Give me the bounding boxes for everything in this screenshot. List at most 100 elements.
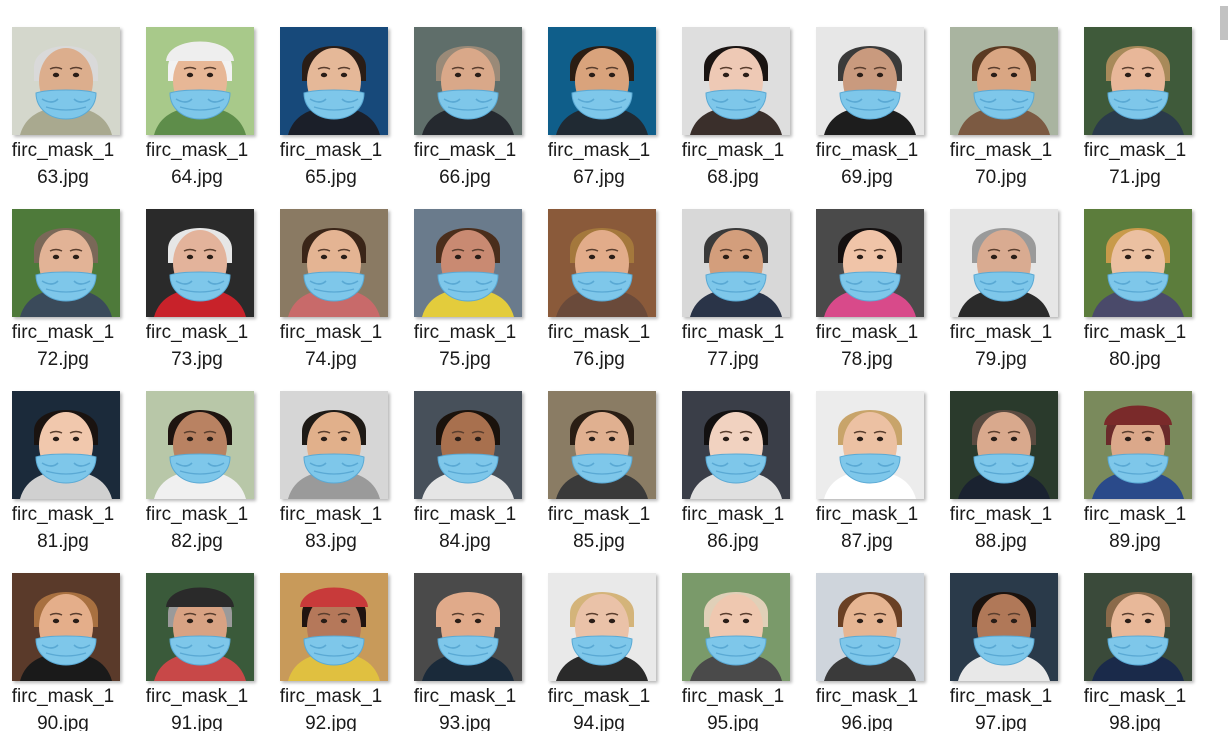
file-name: firc_mask_1 86.jpg	[677, 501, 789, 555]
file-name: firc_mask_1 78.jpg	[811, 319, 923, 373]
file-item[interactable]: firc_mask_1 81.jpg	[7, 382, 141, 564]
file-name-line-1: firc_mask_1	[279, 322, 383, 343]
file-item[interactable]: firc_mask_1 86.jpg	[677, 382, 811, 564]
file-name-line-2: 69.jpg	[841, 167, 893, 188]
file-name: firc_mask_1 85.jpg	[543, 501, 655, 555]
thumbnail-image	[1084, 209, 1192, 317]
thumbnail-image	[146, 209, 254, 317]
file-item[interactable]: firc_mask_1 64.jpg	[141, 18, 275, 200]
file-item[interactable]: firc_mask_1 76.jpg	[543, 200, 677, 382]
file-name-line-1: firc_mask_1	[413, 504, 517, 525]
thumbnail-image	[146, 391, 254, 499]
thumbnail-image	[682, 27, 790, 135]
file-item[interactable]: firc_mask_1 78.jpg	[811, 200, 945, 382]
file-item[interactable]: firc_mask_1 79.jpg	[945, 200, 1079, 382]
file-name-line-2: 94.jpg	[573, 713, 625, 731]
file-name: firc_mask_1 87.jpg	[811, 501, 923, 555]
thumbnail-image	[146, 573, 254, 681]
thumbnail-image	[950, 573, 1058, 681]
file-name-line-2: 73.jpg	[171, 349, 223, 370]
file-name: firc_mask_1 91.jpg	[141, 683, 253, 731]
file-item[interactable]: firc_mask_1 91.jpg	[141, 564, 275, 731]
file-item[interactable]: firc_mask_1 69.jpg	[811, 18, 945, 200]
file-name-line-2: 98.jpg	[1109, 713, 1161, 731]
file-item[interactable]: firc_mask_1 73.jpg	[141, 200, 275, 382]
file-item[interactable]: firc_mask_1 98.jpg	[1079, 564, 1213, 731]
file-item[interactable]: firc_mask_1 88.jpg	[945, 382, 1079, 564]
file-name-line-1: firc_mask_1	[413, 322, 517, 343]
thumbnail-image	[1084, 573, 1192, 681]
file-item[interactable]: firc_mask_1 95.jpg	[677, 564, 811, 731]
file-grid: 54.jpg55.jpg56.jpg57.jpg58.jpg59.jpg60.j…	[0, 0, 1216, 731]
thumbnail-image	[414, 27, 522, 135]
file-name-line-1: firc_mask_1	[681, 686, 785, 707]
file-name: firc_mask_1 97.jpg	[945, 683, 1057, 731]
file-name-line-1: firc_mask_1	[11, 140, 115, 161]
thumbnail-image	[548, 209, 656, 317]
file-name: firc_mask_1 65.jpg	[275, 137, 387, 191]
thumbnail-image	[12, 209, 120, 317]
thumbnail-image	[682, 391, 790, 499]
file-item[interactable]: firc_mask_1 70.jpg	[945, 18, 1079, 200]
file-item[interactable]: firc_mask_1 82.jpg	[141, 382, 275, 564]
thumbnail-image	[548, 391, 656, 499]
file-item[interactable]: firc_mask_1 80.jpg	[1079, 200, 1213, 382]
file-name: firc_mask_1 71.jpg	[1079, 137, 1191, 191]
file-name: firc_mask_1 63.jpg	[7, 137, 119, 191]
file-item[interactable]: firc_mask_1 90.jpg	[7, 564, 141, 731]
file-item[interactable]: firc_mask_1 97.jpg	[945, 564, 1079, 731]
file-name: firc_mask_1 83.jpg	[275, 501, 387, 555]
thumbnail-image	[816, 391, 924, 499]
thumbnail-image	[414, 573, 522, 681]
file-name-line-1: firc_mask_1	[949, 504, 1053, 525]
file-name-line-1: firc_mask_1	[279, 140, 383, 161]
file-item[interactable]: firc_mask_1 84.jpg	[409, 382, 543, 564]
thumbnail-image	[1084, 27, 1192, 135]
scrollbar-thumb[interactable]	[1220, 6, 1228, 40]
file-name: firc_mask_1 77.jpg	[677, 319, 789, 373]
file-item[interactable]: firc_mask_1 67.jpg	[543, 18, 677, 200]
file-name-line-2: 95.jpg	[707, 713, 759, 731]
file-item[interactable]: firc_mask_1 71.jpg	[1079, 18, 1213, 200]
thumbnail-image	[146, 27, 254, 135]
file-name-line-2: 64.jpg	[171, 167, 223, 188]
file-name-line-2: 65.jpg	[305, 167, 357, 188]
file-name-line-1: firc_mask_1	[681, 504, 785, 525]
file-name-line-2: 77.jpg	[707, 349, 759, 370]
file-name-line-2: 88.jpg	[975, 531, 1027, 552]
thumbnail-image	[280, 573, 388, 681]
file-item[interactable]: firc_mask_1 74.jpg	[275, 200, 409, 382]
file-item[interactable]: firc_mask_1 92.jpg	[275, 564, 409, 731]
thumbnail-image	[414, 209, 522, 317]
file-name-line-2: 79.jpg	[975, 349, 1027, 370]
thumbnail-image	[548, 27, 656, 135]
file-item[interactable]: firc_mask_1 93.jpg	[409, 564, 543, 731]
file-name-line-1: firc_mask_1	[815, 686, 919, 707]
file-item[interactable]: firc_mask_1 72.jpg	[7, 200, 141, 382]
file-item[interactable]: firc_mask_1 68.jpg	[677, 18, 811, 200]
file-name-line-2: 86.jpg	[707, 531, 759, 552]
file-item[interactable]: firc_mask_1 87.jpg	[811, 382, 945, 564]
file-name: firc_mask_1 88.jpg	[945, 501, 1057, 555]
file-name: firc_mask_1 69.jpg	[811, 137, 923, 191]
file-name: firc_mask_1 95.jpg	[677, 683, 789, 731]
file-item[interactable]: firc_mask_1 77.jpg	[677, 200, 811, 382]
file-item[interactable]: firc_mask_1 96.jpg	[811, 564, 945, 731]
file-item[interactable]: firc_mask_1 66.jpg	[409, 18, 543, 200]
file-name-line-1: firc_mask_1	[413, 140, 517, 161]
file-item[interactable]: firc_mask_1 89.jpg	[1079, 382, 1213, 564]
file-name-line-1: firc_mask_1	[1083, 686, 1187, 707]
file-item[interactable]: firc_mask_1 83.jpg	[275, 382, 409, 564]
vertical-scrollbar[interactable]	[1216, 0, 1231, 731]
file-name: firc_mask_1 90.jpg	[7, 683, 119, 731]
file-name-line-1: firc_mask_1	[1083, 322, 1187, 343]
file-name-line-2: 97.jpg	[975, 713, 1027, 731]
file-name-line-1: firc_mask_1	[547, 504, 651, 525]
file-name: firc_mask_1 72.jpg	[7, 319, 119, 373]
file-item[interactable]: firc_mask_1 65.jpg	[275, 18, 409, 200]
file-item[interactable]: firc_mask_1 75.jpg	[409, 200, 543, 382]
file-item[interactable]: firc_mask_1 85.jpg	[543, 382, 677, 564]
file-name: firc_mask_1 92.jpg	[275, 683, 387, 731]
file-item[interactable]: firc_mask_1 63.jpg	[7, 18, 141, 200]
file-item[interactable]: firc_mask_1 94.jpg	[543, 564, 677, 731]
